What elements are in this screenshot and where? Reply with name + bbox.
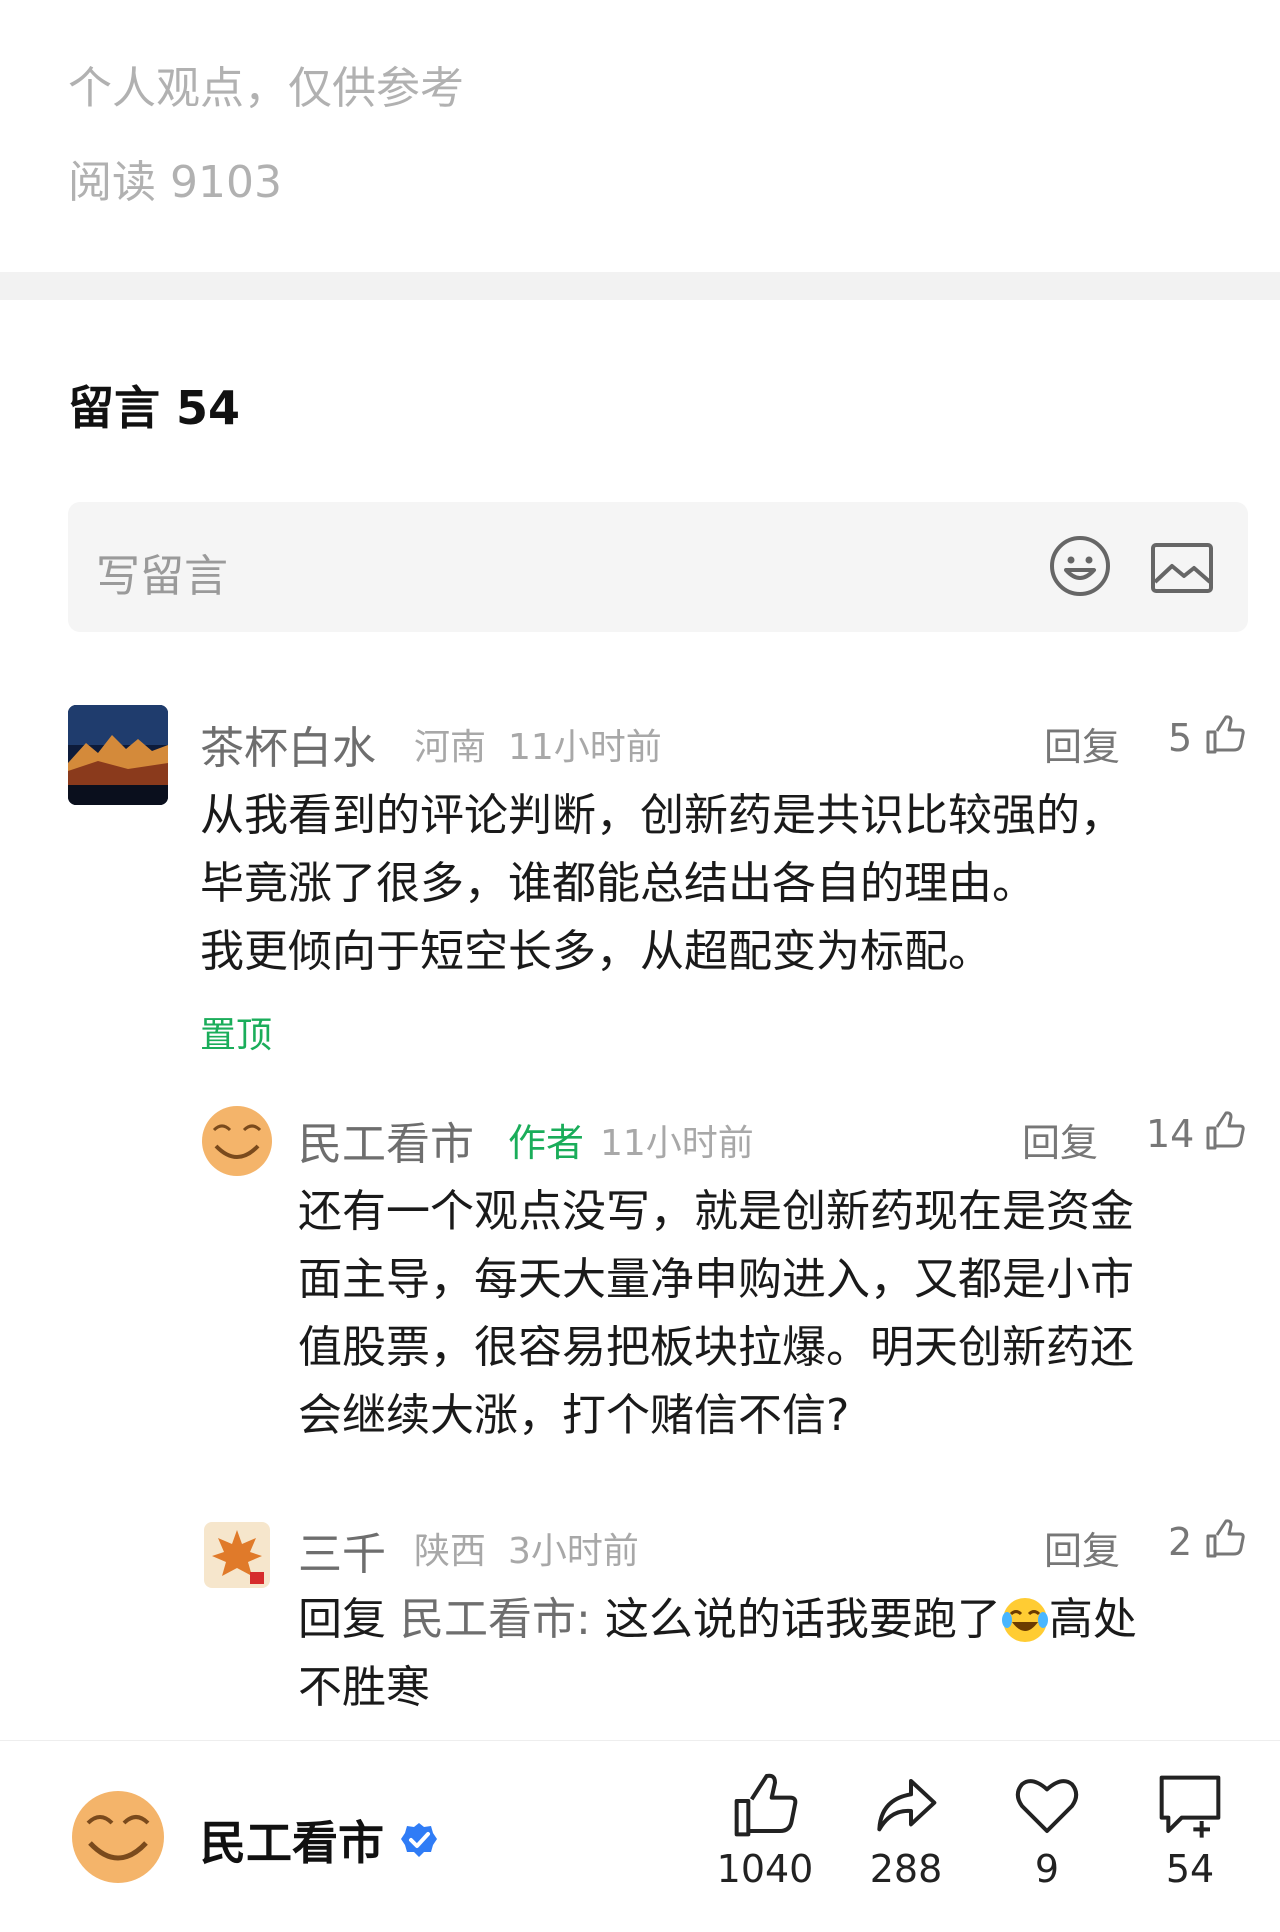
comment-like-count: 14 — [1146, 1112, 1195, 1156]
maple-leaf-avatar-icon — [204, 1522, 270, 1588]
avatar[interactable] — [68, 705, 168, 805]
comment-text-line: 从我看到的评论判断，创新药是共识比较强的， — [200, 790, 1124, 841]
thumbs-up-icon — [734, 1773, 798, 1837]
comment-time: 11小时前 — [600, 1123, 754, 1164]
reply-button[interactable]: 回复 — [1044, 1520, 1120, 1575]
reply-button[interactable]: 回复 — [1044, 716, 1120, 771]
read-count: 阅读 9103 — [68, 157, 282, 208]
share-count: 288 — [869, 1847, 943, 1891]
reply-button[interactable]: 回复 — [1022, 1112, 1098, 1167]
comment-text: 从我看到的评论判断，创新药是共识比较强的， 毕竟涨了很多，谁都能总结出各自的理由… — [200, 782, 1124, 986]
comment-text-line: 我更倾向于短空长多，从超配变为标配。 — [200, 926, 992, 977]
comment-location: 陕西 — [414, 1531, 487, 1572]
comment-text-line: 值股票，很容易把板块拉爆。明天创新药还 — [298, 1322, 1134, 1373]
verified-badge-icon — [401, 1823, 437, 1857]
account-name[interactable]: 民工看市 — [200, 1807, 384, 1873]
write-comment-box[interactable]: 写留言 — [68, 502, 1248, 632]
comment-text-line: 回复 民工看市: 这么说的话我要跑了 高处 — [298, 1586, 1248, 1654]
comment-count: 54 — [1165, 1847, 1215, 1891]
article-disclaimer: 个人观点，仅供参考 — [68, 63, 464, 114]
commenter-name[interactable]: 民工看市 — [298, 1108, 474, 1172]
avatar[interactable] — [200, 1104, 274, 1178]
smiley-avatar-icon — [202, 1106, 272, 1176]
laughing-tears-emoji-icon — [1001, 1598, 1048, 1642]
comment-button[interactable]: 54 — [1120, 1771, 1260, 1891]
comment-text-line: 毕竟涨了很多，谁都能总结出各自的理由。 — [200, 858, 1036, 909]
comment-text: 回复 民工看市: 这么说的话我要跑了 高处 不胜寒 — [298, 1586, 1248, 1722]
comment-time: 11小时前 — [508, 727, 662, 768]
pinned-label: 置顶 — [200, 1015, 273, 1056]
favorite-button[interactable]: 9 — [977, 1771, 1117, 1891]
comments-title: 留言 54 — [68, 381, 241, 435]
comment-text: 还有一个观点没写，就是创新药现在是资金 面主导，每天大量净申购进入，又都是小市 … — [298, 1178, 1134, 1450]
bottom-action-bar: 民工看市 1040 288 9 54 — [0, 1740, 1280, 1932]
heart-icon — [1015, 1779, 1079, 1833]
comment-location: 河南 — [414, 727, 487, 768]
favorite-count: 9 — [1034, 1847, 1060, 1891]
author-tag: 作者 — [508, 1121, 585, 1165]
comment-time: 3小时前 — [508, 1531, 639, 1572]
section-divider — [0, 272, 1280, 300]
commenter-name[interactable]: 三千 — [298, 1518, 386, 1582]
thumbs-up-icon[interactable] — [1204, 1518, 1246, 1560]
account-avatar-icon[interactable] — [70, 1789, 166, 1885]
thumbs-up-icon[interactable] — [1204, 1110, 1246, 1152]
comment-like-count: 2 — [1168, 1520, 1193, 1564]
commenter-name[interactable]: 茶杯白水 — [200, 712, 376, 776]
avatar[interactable] — [204, 1522, 270, 1588]
comment-text-segment: 高处 — [1048, 1594, 1137, 1645]
mountain-sunset-avatar — [68, 705, 168, 805]
reply-prefix: 回复 — [298, 1594, 386, 1645]
share-arrow-icon — [877, 1779, 937, 1832]
comment-text-line: 还有一个观点没写，就是创新药现在是资金 — [298, 1186, 1134, 1237]
emoji-icon[interactable] — [1048, 534, 1112, 598]
comment-text-segment: 这么说的话我要跑了 — [604, 1594, 1001, 1645]
share-button[interactable]: 288 — [836, 1771, 976, 1891]
reply-target[interactable]: 民工看市: — [400, 1594, 591, 1645]
comment-like-count: 5 — [1168, 716, 1193, 760]
like-button[interactable]: 1040 — [695, 1771, 835, 1891]
comment-add-icon — [1159, 1775, 1221, 1838]
comment-text-line: 不胜寒 — [298, 1662, 430, 1713]
comment-text-line: 面主导，每天大量净申购进入，又都是小市 — [298, 1254, 1134, 1305]
like-count: 1040 — [716, 1847, 814, 1891]
image-icon[interactable] — [1150, 542, 1214, 594]
comment-text-line: 会继续大涨，打个赌信不信? — [298, 1390, 850, 1441]
write-comment-placeholder: 写留言 — [96, 551, 228, 602]
thumbs-up-icon[interactable] — [1204, 714, 1246, 756]
